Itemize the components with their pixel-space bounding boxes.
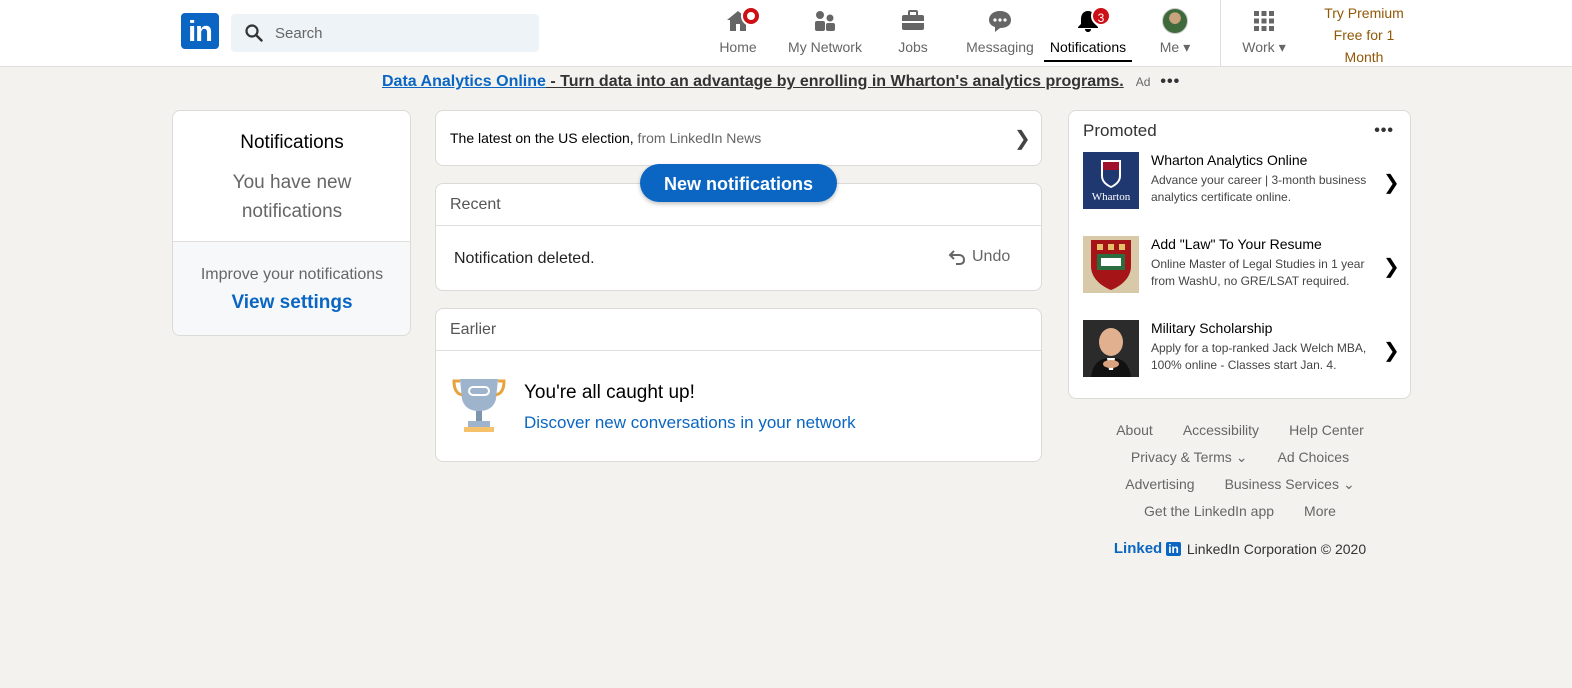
promo-desc: Apply for a top-ranked Jack Welch MBA, 1… xyxy=(1151,341,1367,372)
ad-link[interactable]: Data Analytics Online xyxy=(382,73,546,90)
try-premium-link[interactable]: Try Premium Free for 1 Month xyxy=(1308,2,1420,68)
briefcase-icon xyxy=(900,8,926,34)
nav-me-label: Me xyxy=(1159,39,1180,55)
footer-more[interactable]: More xyxy=(1304,503,1336,530)
wharton-logo: Wharton xyxy=(1083,152,1139,209)
nav-notifications[interactable]: 3 Notifications xyxy=(1044,6,1132,62)
people-icon xyxy=(812,8,838,34)
news-card[interactable]: The latest on the US election, from Link… xyxy=(435,110,1042,166)
chevron-right-icon: ❯ xyxy=(1383,172,1400,194)
message-icon xyxy=(987,8,1013,34)
chevron-right-icon: ❯ xyxy=(1014,128,1031,150)
chevron-right-icon: ❯ xyxy=(1383,340,1400,362)
washu-logo xyxy=(1083,236,1139,293)
premium-line-2: Free for 1 xyxy=(1333,27,1395,43)
footer-links: About Accessibility Help Center Privacy … xyxy=(1090,422,1390,557)
top-ad-banner: Data Analytics Online - Turn data into a… xyxy=(382,73,1180,91)
footer-help-center[interactable]: Help Center xyxy=(1289,422,1364,449)
avatar xyxy=(1162,8,1188,34)
copyright: LinkedIn Corporation © 2020 xyxy=(1186,540,1367,557)
premium-line-1: Try Premium xyxy=(1324,5,1404,21)
undo-button[interactable]: Undo xyxy=(948,248,1010,266)
footer-accessibility[interactable]: Accessibility xyxy=(1183,422,1259,449)
promo-item[interactable]: Wharton Wharton Analytics Online Advance… xyxy=(1083,152,1403,210)
search-icon xyxy=(245,24,263,42)
notification-deleted-message: Notification deleted. xyxy=(454,250,595,267)
earlier-section: Earlier You're all caught up! Discover n… xyxy=(435,308,1042,462)
nav-work-label: Work xyxy=(1242,39,1275,55)
undo-icon xyxy=(948,250,966,265)
improve-text: Improve your notifications xyxy=(200,266,384,283)
chevron-down-icon: ⌄ xyxy=(1235,449,1248,465)
nav-jobs-label: Jobs xyxy=(898,39,928,55)
nav-notifications-label: Notifications xyxy=(1049,39,1127,55)
nav-messaging[interactable]: Messaging xyxy=(963,8,1037,60)
promo-desc: Online Master of Legal Studies in 1 year… xyxy=(1151,257,1365,288)
caret-down-icon: ▾ xyxy=(1278,39,1286,55)
footer-privacy-terms[interactable]: Privacy & Terms ⌄ xyxy=(1131,449,1248,476)
new-notifications-button[interactable]: New notifications xyxy=(640,164,837,202)
footer-get-app[interactable]: Get the LinkedIn app xyxy=(1144,503,1274,530)
brand-wordmark: Linked xyxy=(1113,540,1163,557)
chevron-down-icon: ⌄ xyxy=(1342,476,1355,492)
nav-me[interactable]: Me ▾ xyxy=(1154,8,1196,60)
caret-down-icon: ▾ xyxy=(1183,39,1191,55)
promo-item[interactable]: Military Scholarship Apply for a top-ran… xyxy=(1083,320,1403,378)
logo-text: Wharton xyxy=(1092,191,1131,203)
news-headline: The latest on the US election, xyxy=(450,130,634,146)
promoted-options-button[interactable]: ••• xyxy=(1374,122,1394,140)
discover-conversations-link[interactable]: Discover new conversations in your netwo… xyxy=(524,413,856,433)
search-input[interactable] xyxy=(275,14,525,52)
settings-footer xyxy=(173,241,410,335)
chevron-right-icon: ❯ xyxy=(1383,256,1400,278)
footer-brand: Linked in LinkedIn Corporation © 2020 xyxy=(1090,540,1390,557)
nav-home[interactable]: Home xyxy=(714,6,762,60)
nav-work[interactable]: Work ▾ xyxy=(1236,8,1292,60)
portrait-photo xyxy=(1083,320,1139,377)
notifications-sidebar-card: Notifications You have new notifications… xyxy=(172,110,411,336)
undo-label: Undo xyxy=(972,248,1011,265)
view-settings-link[interactable]: View settings xyxy=(173,292,411,314)
top-nav: in Home My Network Jobs Messaging xyxy=(0,0,1572,67)
promo-name: Wharton Analytics Online xyxy=(1151,152,1308,168)
grid-icon xyxy=(1251,8,1277,34)
linkedin-logo[interactable]: in xyxy=(181,13,219,49)
sidebar-subtitle: You have new notifications xyxy=(232,172,352,222)
promoted-title: Promoted xyxy=(1083,121,1157,140)
ad-text[interactable]: - Turn data into an advantage by enrolli… xyxy=(546,73,1123,90)
nav-my-network[interactable]: My Network xyxy=(782,8,868,60)
nav-jobs[interactable]: Jobs xyxy=(893,8,933,60)
home-icon xyxy=(725,6,761,34)
nav-home-label: Home xyxy=(719,39,757,55)
brand-wordmark-box: in xyxy=(1166,541,1181,556)
sidebar-title: Notifications xyxy=(240,132,344,153)
trophy-icon xyxy=(452,379,506,432)
nav-divider xyxy=(1220,0,1221,66)
recent-header: Recent xyxy=(450,196,501,213)
bell-icon: 3 xyxy=(1075,6,1111,34)
earlier-header: Earlier xyxy=(450,321,497,338)
footer-business-services[interactable]: Business Services ⌄ xyxy=(1225,476,1355,503)
footer-advertising[interactable]: Advertising xyxy=(1125,476,1194,503)
nav-messaging-label: Messaging xyxy=(966,39,1034,55)
premium-line-3: Month xyxy=(1344,49,1384,65)
ad-options-button[interactable]: ••• xyxy=(1160,73,1180,90)
promo-name: Add "Law" To Your Resume xyxy=(1151,236,1322,252)
caught-up-title: You're all caught up! xyxy=(524,382,695,403)
nav-my-network-label: My Network xyxy=(788,39,862,55)
search-box[interactable] xyxy=(231,14,539,52)
divider xyxy=(173,241,410,242)
promoted-card: Promoted ••• Wharton Wharton Analytics O… xyxy=(1068,110,1411,399)
new-activity-badge xyxy=(741,6,761,26)
footer-ad-choices[interactable]: Ad Choices xyxy=(1278,449,1350,476)
footer-about[interactable]: About xyxy=(1116,422,1153,449)
promo-desc: Advance your career | 3-month business a… xyxy=(1151,173,1367,204)
news-source: from LinkedIn News xyxy=(633,130,762,146)
promo-item[interactable]: Add "Law" To Your Resume Online Master o… xyxy=(1083,236,1403,294)
notifications-count-badge: 3 xyxy=(1091,6,1111,26)
ad-tag: Ad xyxy=(1135,75,1151,89)
promo-name: Military Scholarship xyxy=(1151,320,1273,336)
